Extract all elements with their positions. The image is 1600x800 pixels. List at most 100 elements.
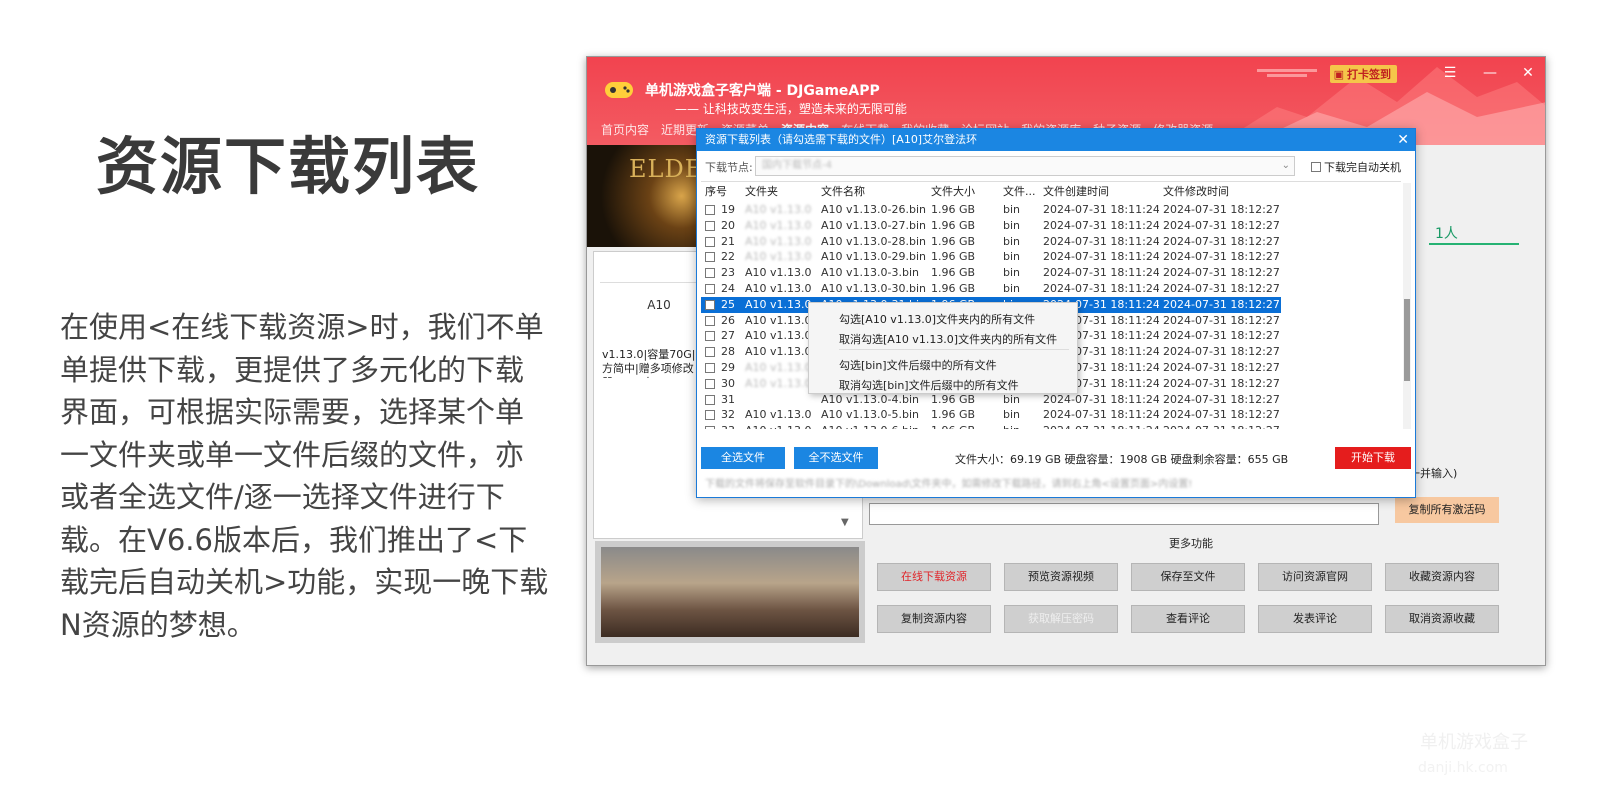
row-checkbox[interactable] <box>705 236 715 247</box>
table-cell: 1.96 GB <box>931 423 997 429</box>
table-row[interactable]: 20 A10 v1.13.0 A10 v1.13.0-27.bin 1.96 GB bi… <box>701 218 1281 234</box>
favorite-button[interactable]: 收藏资源内容 <box>1385 563 1499 591</box>
app-name: 单机游戏盒子客户端 - DJGameAPP <box>645 83 880 99</box>
row-checkbox[interactable] <box>705 284 715 294</box>
table-cell: bin <box>1003 250 1021 264</box>
save-to-file-button[interactable]: 保存至文件 <box>1131 563 1245 591</box>
online-underline <box>1429 243 1519 245</box>
table-cell: 1.96 GB <box>931 218 976 232</box>
select-none-button[interactable]: 全不选文件 <box>794 447 878 469</box>
col-ext[interactable]: 文件... <box>1003 184 1037 200</box>
auto-shutdown-checkbox[interactable]: 下载完自动关机 <box>1311 159 1401 175</box>
table-cell: 2024-07-31 18:12:27 <box>1163 297 1279 311</box>
start-download-button[interactable]: 开始下载 <box>1335 447 1411 469</box>
table-cell: 2024-07-31 18:11:24 <box>1043 266 1159 280</box>
input-hint: 一并输入) <box>1409 467 1458 480</box>
table-cell: 1.96 GB <box>931 203 976 216</box>
table-cell: A10 v1.13.0-27.bin <box>821 218 926 232</box>
table-cell: A10 v1.13.0 <box>745 376 812 390</box>
table-cell: 2024-07-31 18:11:24 <box>1043 408 1159 422</box>
col-index[interactable]: 序号 <box>705 184 741 200</box>
col-modified[interactable]: 文件修改时间 <box>1163 184 1279 200</box>
row-checkbox[interactable] <box>705 426 715 429</box>
visit-site-button[interactable]: 访问资源官网 <box>1258 563 1372 591</box>
scrollbar-thumb[interactable] <box>1404 299 1410 381</box>
post-comment-button[interactable]: 发表评论 <box>1258 605 1372 633</box>
table-cell: 27 <box>721 329 735 343</box>
table-row[interactable]: 21 A10 v1.13.0 A10 v1.13.0-28.bin 1.96 GB bi… <box>701 234 1281 250</box>
table-cell: A10 v1.13.0 <box>745 408 812 422</box>
col-size[interactable]: 文件大小 <box>931 184 997 200</box>
table-cell: 1.96 GB <box>931 250 976 264</box>
dialog-close-icon[interactable]: ✕ <box>1397 129 1409 151</box>
unfavorite-button[interactable]: 取消资源收藏 <box>1385 605 1499 633</box>
table-cell: A10 v1.13.0 <box>745 297 812 311</box>
table-cell: A10 v1.13.0-29.bin <box>821 250 926 264</box>
menu-select-ext[interactable]: 勾选[bin]文件后缀中的所有文件 <box>839 357 997 373</box>
col-created[interactable]: 文件创建时间 <box>1043 184 1159 200</box>
menu-icon[interactable]: ☰ <box>1439 63 1461 83</box>
table-cell: 2024-07-31 18:11:24 <box>1043 250 1159 264</box>
menu-select-folder[interactable]: 勾选[A10 v1.13.0]文件夹内的所有文件 <box>839 311 1035 327</box>
table-cell: A10 v1.13.0 <box>745 282 812 295</box>
row-checkbox[interactable] <box>705 315 715 326</box>
menu-unselect-ext[interactable]: 取消勾选[bin]文件后缀中的所有文件 <box>839 377 1019 393</box>
table-cell: 23 <box>721 266 735 280</box>
row-checkbox[interactable] <box>705 378 715 389</box>
nav-home[interactable]: 首页内容 <box>601 121 649 138</box>
row-checkbox[interactable] <box>705 410 715 421</box>
close-icon[interactable]: ✕ <box>1517 63 1539 83</box>
row-checkbox[interactable] <box>705 220 715 231</box>
table-cell: 2024-07-31 18:12:27 <box>1163 266 1279 280</box>
minimize-icon[interactable]: — <box>1479 63 1501 83</box>
table-cell: 1.96 GB <box>931 282 976 295</box>
row-checkbox[interactable] <box>705 268 715 279</box>
row-checkbox[interactable] <box>705 205 715 215</box>
scroll-down-icon[interactable]: ▼ <box>841 517 849 528</box>
copy-content-button[interactable]: 复制资源内容 <box>877 605 991 633</box>
signin-button[interactable]: ▣ 打卡签到 <box>1329 65 1397 83</box>
table-row[interactable]: 32 A10 v1.13.0 A10 v1.13.0-5.bin 1.96 GB bin… <box>701 407 1281 423</box>
copy-codes-button[interactable]: 复制所有激活码 <box>1395 497 1499 523</box>
table-cell: 1.96 GB <box>931 234 976 248</box>
table-cell: A10 v1.13.0-3.bin <box>821 266 919 280</box>
table-cell: A10 v1.13.0 <box>745 218 812 232</box>
dialog-title: 资源下载列表（请勾选需下载的文件）[A10]艾尔登法环 <box>705 133 978 146</box>
table-cell: 2024-07-31 18:12:27 <box>1163 361 1279 374</box>
table-cell: 30 <box>721 376 735 390</box>
table-row[interactable]: 19 A10 v1.13.0 A10 v1.13.0-26.bin 1.96 GB bi… <box>701 202 1281 218</box>
table-cell: bin <box>1003 282 1021 295</box>
code-input[interactable] <box>869 503 1379 525</box>
table-cell: A10 v1.13.0-28.bin <box>821 234 926 248</box>
select-all-button[interactable]: 全选文件 <box>701 447 785 469</box>
table-row[interactable]: 22 A10 v1.13.0 A10 v1.13.0-29.bin 1.96 GB bi… <box>701 249 1281 265</box>
row-checkbox[interactable] <box>705 299 715 310</box>
table-scrollbar[interactable] <box>1403 183 1411 429</box>
slide: 资源下载列表 在使用<在线下载资源>时，我们不单单提供下载，更提供了多元化的下载… <box>0 0 1600 800</box>
table-row[interactable]: 24 A10 v1.13.0 A10 v1.13.0-30.bin 1.96 GB bi… <box>701 281 1281 297</box>
table-row[interactable]: 33A10 v1.13.0 A10 v1.13.0-6.bin 1.96 GB bin… <box>701 423 1281 429</box>
row-checkbox[interactable] <box>705 363 715 373</box>
node-select[interactable]: 国内下载节点-4 ⌄ <box>755 156 1295 176</box>
row-checkbox[interactable] <box>705 394 715 405</box>
row-checkbox[interactable] <box>705 331 715 342</box>
unzip-password-button[interactable]: 获取解压密码 <box>1004 605 1118 633</box>
table-cell: 2024-07-31 18:12:27 <box>1163 313 1279 327</box>
more-functions-title: 更多功能 <box>1169 537 1213 550</box>
table-cell: bin <box>1003 234 1021 248</box>
table-cell: 2024-07-31 18:12:27 <box>1163 345 1279 359</box>
table-cell: 29 <box>721 361 735 374</box>
menu-unselect-folder[interactable]: 取消勾选[A10 v1.13.0]文件夹内的所有文件 <box>839 331 1057 347</box>
col-folder[interactable]: 文件夹 <box>745 184 815 200</box>
row-checkbox[interactable] <box>705 347 715 358</box>
table-row[interactable]: 23 A10 v1.13.0 A10 v1.13.0-3.bin 1.96 GB bin… <box>701 265 1281 281</box>
online-download-button[interactable]: 在线下载资源 <box>877 563 991 591</box>
table-cell: 2024-07-31 18:12:27 <box>1163 408 1279 422</box>
row-checkbox[interactable] <box>705 252 715 263</box>
table-cell: 2024-07-31 18:11:24 <box>1043 234 1159 248</box>
table-cell: 2024-07-31 18:12:27 <box>1163 423 1279 429</box>
table-cell: 26 <box>721 313 735 327</box>
view-comments-button[interactable]: 查看评论 <box>1131 605 1245 633</box>
col-filename[interactable]: 文件名称 <box>821 184 927 200</box>
preview-video-button[interactable]: 预览资源视频 <box>1004 563 1118 591</box>
